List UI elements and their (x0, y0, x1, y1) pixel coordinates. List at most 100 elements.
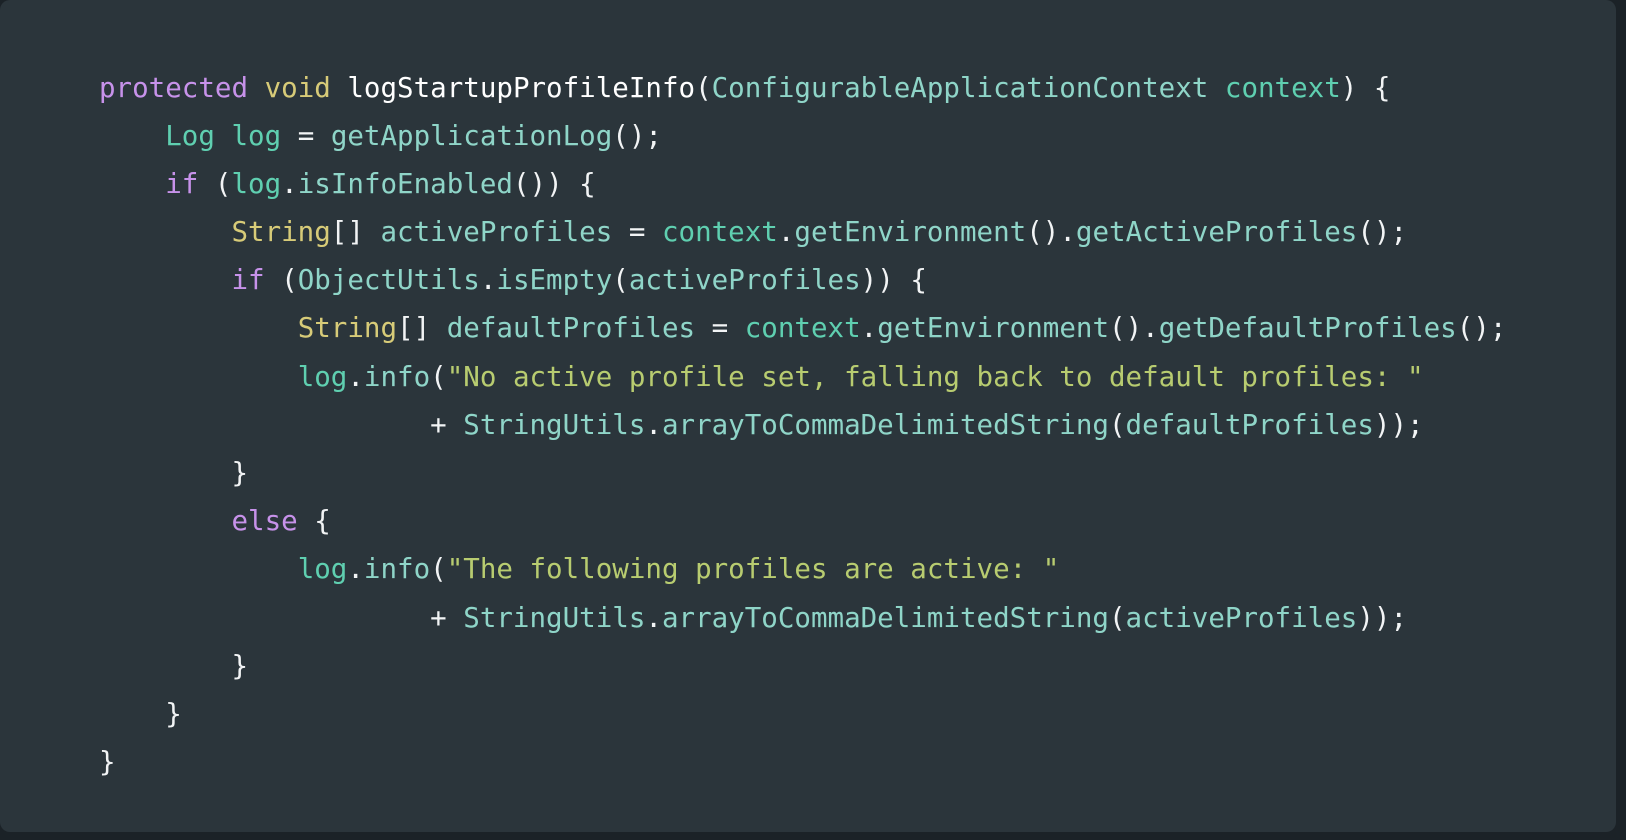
code-token: )); (1357, 601, 1408, 634)
code-token: . (1059, 216, 1076, 249)
code-token: ( (198, 167, 232, 200)
code-token: ( (1108, 408, 1126, 441)
code-token: "No active profile set, falling back to … (446, 360, 1424, 393)
code-token: } (99, 746, 116, 779)
code-token: getActiveProfiles (1075, 216, 1358, 249)
code-token: (); (1357, 216, 1408, 249)
code-token: (); (1456, 312, 1507, 345)
code-token: ( (695, 71, 712, 104)
code-token: + (430, 408, 464, 441)
code-token: log (297, 360, 348, 393)
code-token: + (430, 601, 464, 634)
code-token: context (661, 216, 778, 249)
code-token: ( (430, 360, 447, 393)
code-token: info (363, 360, 431, 393)
code-token: logStartupProfileInfo (347, 71, 696, 104)
code-token: defaultProfiles (446, 312, 696, 345)
code-token: ObjectUtils (297, 264, 480, 297)
code-token: log (231, 167, 282, 200)
code-token: defaultProfiles (1125, 408, 1374, 441)
code-token: . (347, 360, 364, 393)
code-token: ( (430, 553, 447, 586)
code-token: info (363, 553, 431, 586)
code-token: else (231, 505, 298, 538)
code-token: ( (264, 264, 298, 297)
code-token: = (281, 119, 331, 152)
code-line: + StringUtils.arrayToCommaDelimitedStrin… (0, 594, 1616, 642)
code-token: { (297, 505, 331, 538)
code-token: if (231, 264, 265, 297)
code-token: if (165, 167, 199, 200)
code-token: ( (612, 264, 629, 297)
code-token: activeProfiles (1125, 601, 1358, 634)
code-token: . (347, 553, 364, 586)
code-token: void (264, 71, 331, 104)
code-token: . (777, 216, 795, 249)
code-token: Log (165, 119, 215, 152)
code-token: protected (99, 71, 249, 104)
code-line: + StringUtils.arrayToCommaDelimitedStrin… (0, 401, 1616, 449)
code-token: = (612, 216, 662, 249)
code-block[interactable]: protected void logStartupProfileInfo(Con… (0, 64, 1616, 787)
code-line: } (0, 738, 1616, 786)
code-token: } (165, 697, 182, 730)
code-token: [] (397, 312, 431, 345)
code-token: () (1109, 312, 1143, 345)
code-token: context (1224, 71, 1341, 104)
code-line: log.info("No active profile set, falling… (0, 353, 1616, 401)
code-snippet-card: protected void logStartupProfileInfo(Con… (0, 0, 1616, 832)
code-line: if (ObjectUtils.isEmpty(activeProfiles))… (0, 256, 1616, 304)
code-token: isInfoEnabled (297, 167, 513, 200)
code-token: )) { (860, 264, 927, 297)
code-token: (); (612, 119, 662, 152)
code-token: String (297, 312, 398, 345)
code-token: getEnvironment (794, 216, 1027, 249)
code-line: else { (0, 497, 1616, 545)
code-token: arrayToCommaDelimitedString (661, 408, 1109, 441)
code-token: ) { (1340, 71, 1391, 104)
code-token: activeProfiles (628, 264, 861, 297)
code-token: } (231, 649, 249, 682)
code-token: ( (1108, 601, 1126, 634)
code-token: () (1026, 216, 1060, 249)
code-token: log (297, 553, 348, 586)
code-token: "The following profiles are active: " (446, 553, 1060, 586)
code-token: activeProfiles (380, 216, 613, 249)
code-token: [] (330, 216, 364, 249)
code-token: . (645, 408, 662, 441)
code-token: . (281, 167, 298, 200)
code-token: getEnvironment (877, 312, 1110, 345)
code-token: . (1142, 312, 1159, 345)
code-line: } (0, 642, 1616, 690)
code-token: )); (1373, 408, 1424, 441)
code-line: protected void logStartupProfileInfo(Con… (0, 64, 1616, 112)
code-line: Log log = getApplicationLog(); (0, 112, 1616, 160)
code-line: } (0, 449, 1616, 497)
code-token: isEmpty (496, 264, 613, 297)
code-token: = (695, 312, 745, 345)
code-line: if (log.isInfoEnabled()) { (0, 160, 1616, 208)
code-line: log.info("The following profiles are act… (0, 545, 1616, 593)
code-token: ()) { (512, 167, 596, 200)
code-token: . (479, 264, 497, 297)
code-line: String[] defaultProfiles = context.getEn… (0, 304, 1616, 352)
code-token: . (860, 312, 878, 345)
code-token: } (231, 457, 249, 489)
code-token: getApplicationLog (330, 119, 613, 152)
code-line: String[] activeProfiles = context.getEnv… (0, 208, 1616, 256)
code-token: log (231, 119, 282, 152)
code-token: arrayToCommaDelimitedString (661, 601, 1109, 634)
code-token: getDefaultProfiles (1158, 312, 1457, 345)
code-token: ConfigurableApplicationContext (711, 71, 1209, 104)
code-token: StringUtils (463, 408, 646, 441)
code-token: context (744, 312, 861, 345)
code-token: String (231, 216, 331, 249)
code-token: . (645, 601, 662, 634)
code-token: StringUtils (463, 601, 646, 634)
